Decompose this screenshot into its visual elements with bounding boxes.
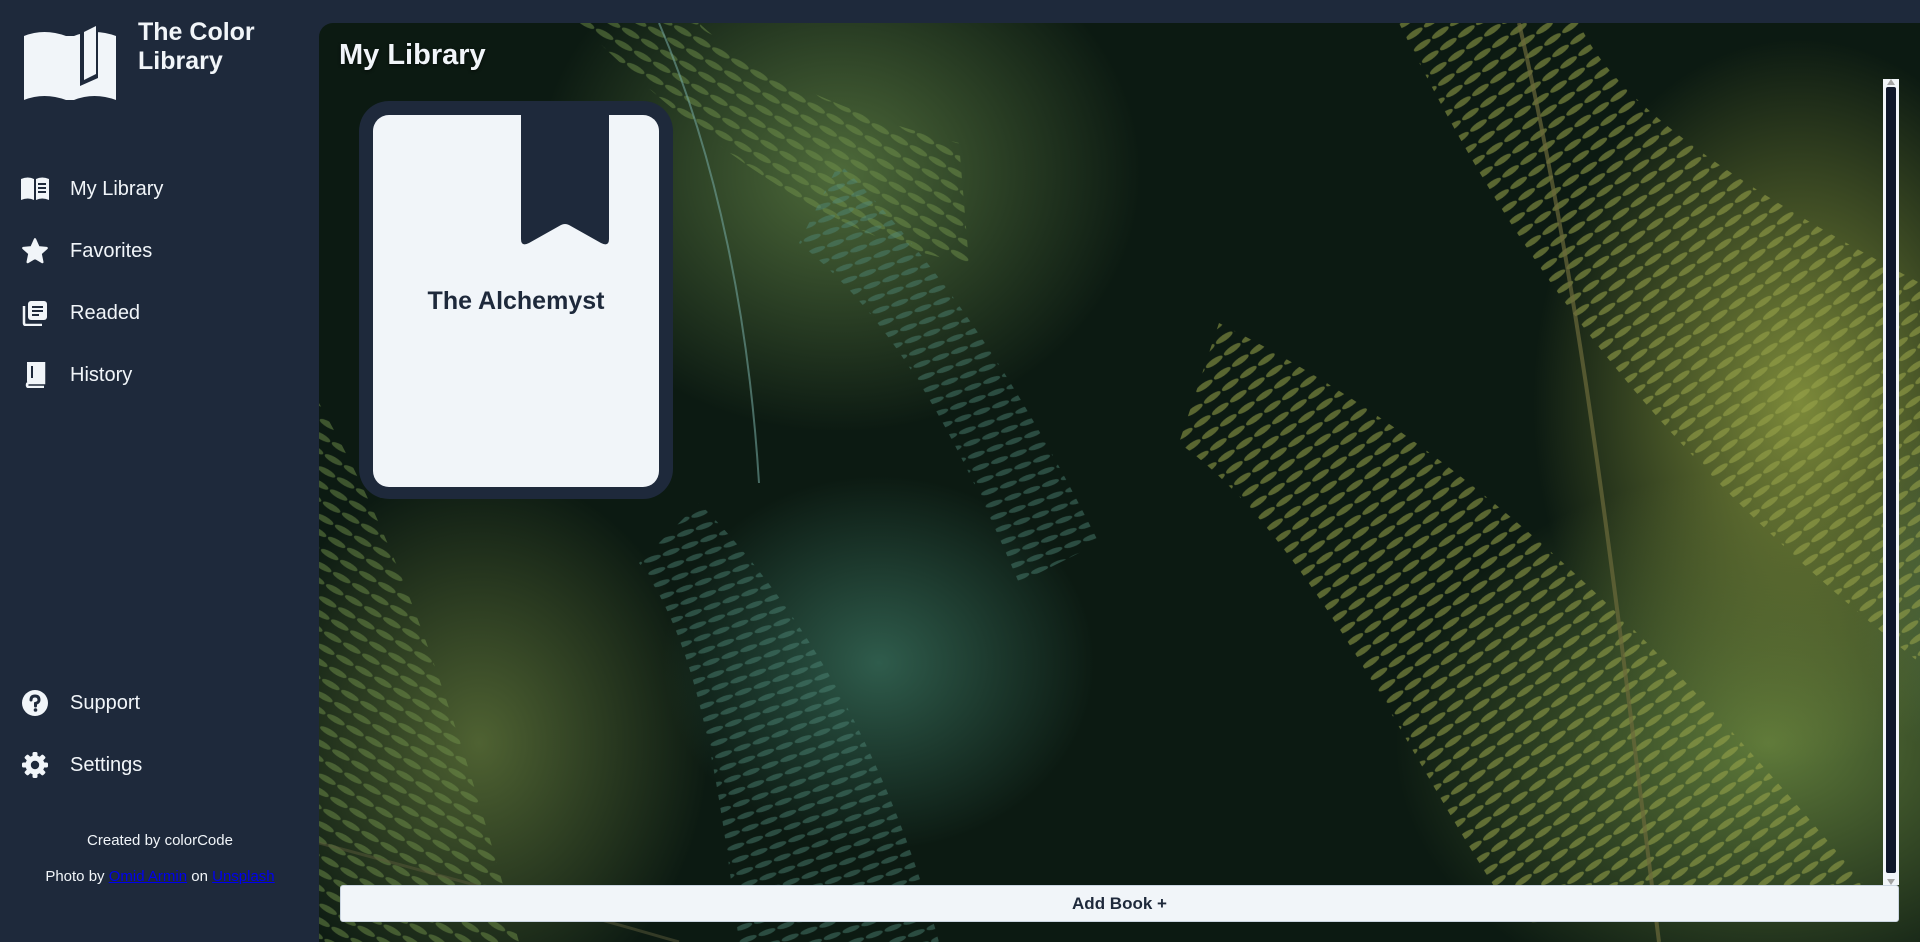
photo-credit: Photo by Omid Armin on Unsplash — [0, 868, 320, 904]
sidebar-item-label: Readed — [70, 301, 141, 324]
sidebar-item-label: My Library — [70, 177, 164, 200]
photo-credit-prefix: Photo by — [45, 868, 105, 885]
question-circle-icon — [20, 688, 50, 718]
brand — [22, 22, 118, 102]
vertical-scrollbar[interactable] — [1883, 79, 1899, 885]
gear-icon — [20, 750, 50, 780]
app-window: The Color Library My Library Favorites R… — [0, 0, 1920, 942]
brand-title: The Color Library — [138, 18, 255, 75]
sidebar-item-history[interactable]: History — [0, 344, 320, 406]
main-content: My Library The Alchemyst Add Book + — [319, 23, 1920, 942]
sidebar-item-support[interactable]: Support — [0, 672, 320, 734]
book-card[interactable]: The Alchemyst — [359, 101, 673, 499]
star-icon — [20, 236, 50, 266]
sidebar-nav: My Library Favorites Readed History — [0, 158, 320, 406]
library-book-icon — [20, 174, 50, 204]
sidebar-item-label: Settings — [70, 753, 143, 776]
add-book-button[interactable]: Add Book + — [340, 885, 1899, 922]
sidebar-item-label: History — [70, 363, 133, 386]
sidebar-item-favorites[interactable]: Favorites — [0, 220, 320, 282]
sidebar-item-my-library[interactable]: My Library — [0, 158, 320, 220]
sidebar-item-settings[interactable]: Settings — [0, 734, 320, 796]
sidebar-item-label: Favorites — [70, 239, 153, 262]
page-title: My Library — [339, 39, 486, 71]
book-history-icon — [20, 360, 50, 390]
scrollbar-thumb[interactable] — [1886, 87, 1896, 873]
photo-credit-on: on — [191, 868, 208, 885]
sidebar-item-label: Support — [70, 691, 141, 714]
sidebar: The Color Library My Library Favorites R… — [0, 0, 320, 942]
sidebar-item-readed[interactable]: Readed — [0, 282, 320, 344]
created-by-text: Created by colorCode — [87, 832, 233, 849]
book-title: The Alchemyst — [427, 287, 605, 315]
reading-list-icon — [20, 298, 50, 328]
photographer-link[interactable]: Omid Armin — [109, 868, 187, 885]
sidebar-bottom-nav: Support Settings — [0, 672, 320, 796]
scroll-up-arrow-icon[interactable] — [1887, 79, 1895, 85]
unsplash-link[interactable]: Unsplash — [212, 868, 275, 885]
bookmark-icon — [521, 115, 609, 247]
credits: Created by colorCode Photo by Omid Armin… — [0, 832, 320, 904]
book-cover[interactable]: The Alchemyst — [373, 115, 659, 487]
open-book-logo-icon — [22, 22, 118, 102]
